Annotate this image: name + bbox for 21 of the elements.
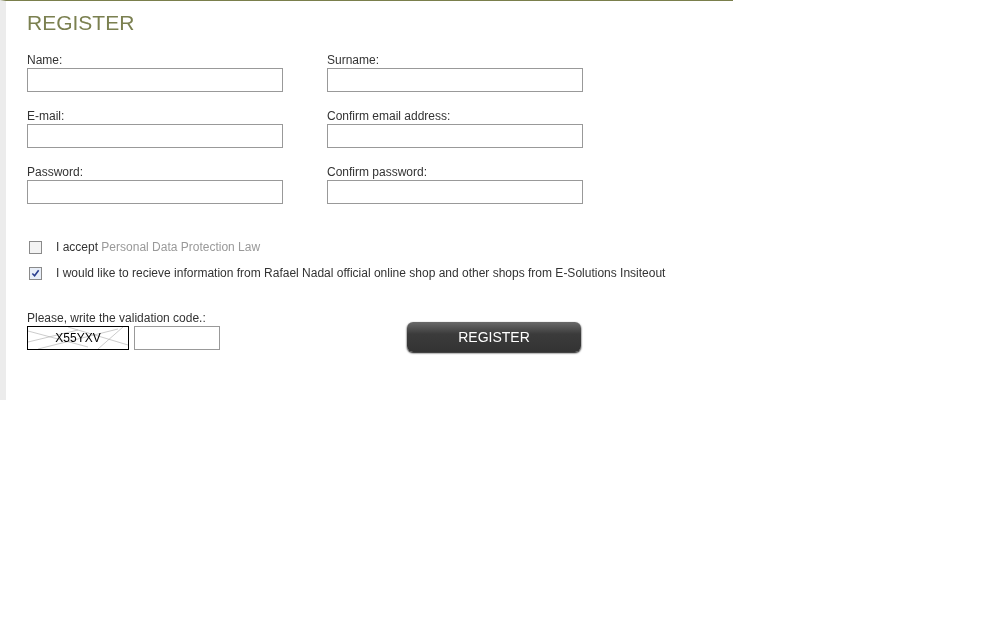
field-label: E-mail: <box>27 109 66 123</box>
captcha-image: X55YXV <box>27 326 129 350</box>
checkbox[interactable] <box>29 267 42 280</box>
input-field[interactable] <box>327 68 583 92</box>
checkbox-label: I would like to recieve information from Rafael Nadal official online shop and other shops from E-Solutions Insiteout <box>56 265 666 281</box>
input-field[interactable] <box>327 124 583 148</box>
validation-label: Please, write the validation code.: <box>27 311 207 325</box>
input-field[interactable] <box>27 68 283 92</box>
form-title: REGISTER <box>27 11 136 35</box>
input-field[interactable] <box>27 124 283 148</box>
input-field[interactable] <box>27 180 283 204</box>
field-label: Confirm email address: <box>327 109 452 123</box>
checkbox[interactable] <box>29 241 42 254</box>
field-label: Surname: <box>327 53 381 67</box>
field-label: Password: <box>27 165 85 179</box>
field-label: Name: <box>27 53 64 67</box>
register-button[interactable]: REGISTER <box>407 322 581 352</box>
field-label: Confirm password: <box>327 165 429 179</box>
validation-field[interactable] <box>134 326 220 350</box>
checkbox-label: I accept Personal Data Protection Law <box>56 239 262 255</box>
input-field[interactable] <box>327 180 583 204</box>
